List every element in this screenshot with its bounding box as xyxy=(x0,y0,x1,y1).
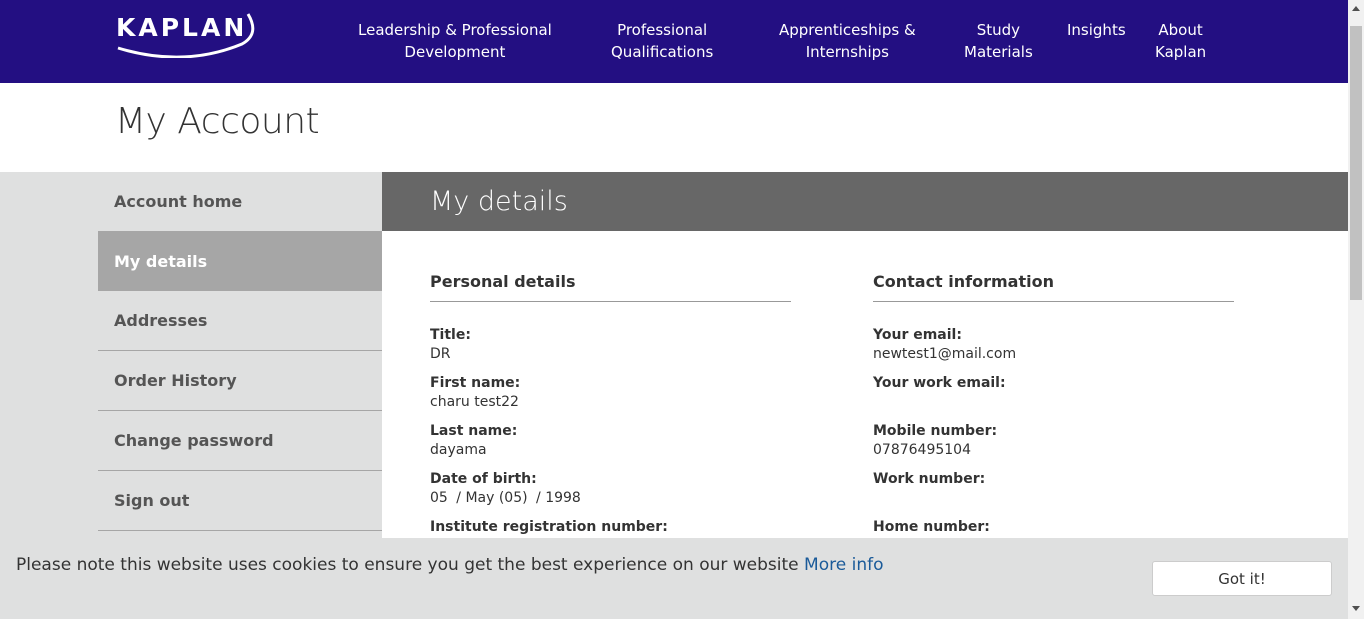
title-field: Title: DR xyxy=(430,326,791,365)
personal-details-section: Personal details Title: DR First name: c… xyxy=(430,272,791,545)
cookie-more-info-link[interactable]: More info xyxy=(804,555,883,575)
nav-leadership-line2: Development xyxy=(404,43,506,61)
last-name-field: Last name: dayama xyxy=(430,422,791,461)
nav-professional-qualifications[interactable]: Professional Qualifications xyxy=(611,19,713,63)
scroll-up-arrow-icon[interactable] xyxy=(1352,6,1360,11)
scroll-down-arrow-icon[interactable] xyxy=(1352,606,1360,611)
title-label: Title: xyxy=(430,327,471,343)
sidebar-item-account-home[interactable]: Account home xyxy=(98,172,382,231)
last-name-label: Last name: xyxy=(430,423,518,439)
cookie-message-text: Please note this website uses cookies to… xyxy=(16,555,799,575)
first-name-value: charu test22 xyxy=(430,394,519,410)
email-value: newtest1@mail.com xyxy=(873,346,1017,362)
first-name-field: First name: charu test22 xyxy=(430,374,791,413)
mobile-number-label: Mobile number: xyxy=(873,423,998,439)
work-email-label: Your work email: xyxy=(873,375,1006,391)
sidebar-item-sign-out[interactable]: Sign out xyxy=(98,471,382,531)
title-value: DR xyxy=(430,346,451,362)
date-of-birth-field: Date of birth: 05 / May (05) / 1998 xyxy=(430,470,791,509)
account-sidebar: Account home My details Addresses Order … xyxy=(98,172,382,531)
email-field: Your email: newtest1@mail.com xyxy=(873,326,1234,365)
page-scrollbar[interactable] xyxy=(1348,0,1364,619)
nav-insights[interactable]: Insights xyxy=(1067,19,1126,41)
page-title: My Account xyxy=(115,101,320,142)
dob-year: / 1998 xyxy=(536,490,581,506)
email-label: Your email: xyxy=(873,327,962,343)
kaplan-logo[interactable]: KAPLAN xyxy=(114,6,256,58)
nav-study-line2: Materials xyxy=(964,43,1033,61)
details-panel-header: My details xyxy=(382,172,1348,231)
nav-about-kaplan[interactable]: About Kaplan xyxy=(1155,19,1206,63)
last-name-value: dayama xyxy=(430,442,487,458)
nav-about-line1: About xyxy=(1158,21,1203,39)
work-email-value xyxy=(873,392,1234,413)
nav-about-line2: Kaplan xyxy=(1155,43,1207,61)
sidebar-item-addresses[interactable]: Addresses xyxy=(98,291,382,351)
sidebar-item-change-password[interactable]: Change password xyxy=(98,411,382,471)
top-navigation-bar: KAPLAN Leadership & Professional Develop… xyxy=(0,0,1348,83)
work-email-field: Your work email: xyxy=(873,374,1234,413)
work-number-field: Work number: xyxy=(873,470,1234,509)
nav-apprenticeships[interactable]: Apprenticeships & Internships xyxy=(779,19,916,63)
sidebar-item-order-history[interactable]: Order History xyxy=(98,351,382,411)
mobile-number-field: Mobile number: 07876495104 xyxy=(873,422,1234,461)
scrollbar-thumb[interactable] xyxy=(1350,26,1362,300)
home-number-label: Home number: xyxy=(873,519,990,535)
logo-text: KAPLAN xyxy=(116,13,248,42)
institute-registration-field: Institute registration number: xyxy=(430,518,791,536)
page-title-area: My Account xyxy=(0,83,1348,172)
nav-insights-line1: Insights xyxy=(1067,21,1126,39)
cookie-banner: Please note this website uses cookies to… xyxy=(0,538,1348,619)
contact-information-section: Contact information Your email: newtest1… xyxy=(873,272,1234,545)
work-number-value xyxy=(873,488,1234,509)
nav-qualifications-line2: Qualifications xyxy=(611,43,714,61)
contact-information-title: Contact information xyxy=(873,272,1234,302)
nav-apprenticeships-line1: Apprenticeships & xyxy=(779,21,916,39)
nav-leadership-line1: Leadership & Professional xyxy=(358,21,552,39)
nav-apprenticeships-line2: Internships xyxy=(805,43,889,61)
personal-details-title: Personal details xyxy=(430,272,791,302)
home-number-field: Home number: xyxy=(873,518,1234,536)
first-name-label: First name: xyxy=(430,375,521,391)
cookie-message: Please note this website uses cookies to… xyxy=(16,555,883,575)
mobile-number-value: 07876495104 xyxy=(873,442,971,458)
sidebar-item-my-details[interactable]: My details xyxy=(98,231,382,291)
dob-month: / May (05) xyxy=(456,490,528,506)
nav-study-materials[interactable]: Study Materials xyxy=(964,19,1033,63)
nav-study-line1: Study xyxy=(976,21,1021,39)
date-of-birth-label: Date of birth: xyxy=(430,471,537,487)
institute-registration-label: Institute registration number: xyxy=(430,519,668,535)
date-of-birth-value: 05 / May (05) / 1998 xyxy=(430,488,791,509)
cookie-accept-button[interactable]: Got it! xyxy=(1152,561,1332,596)
work-number-label: Work number: xyxy=(873,471,986,487)
nav-qualifications-line1: Professional xyxy=(617,21,708,39)
nav-leadership[interactable]: Leadership & Professional Development xyxy=(358,19,552,63)
dob-day: 05 xyxy=(430,490,448,506)
